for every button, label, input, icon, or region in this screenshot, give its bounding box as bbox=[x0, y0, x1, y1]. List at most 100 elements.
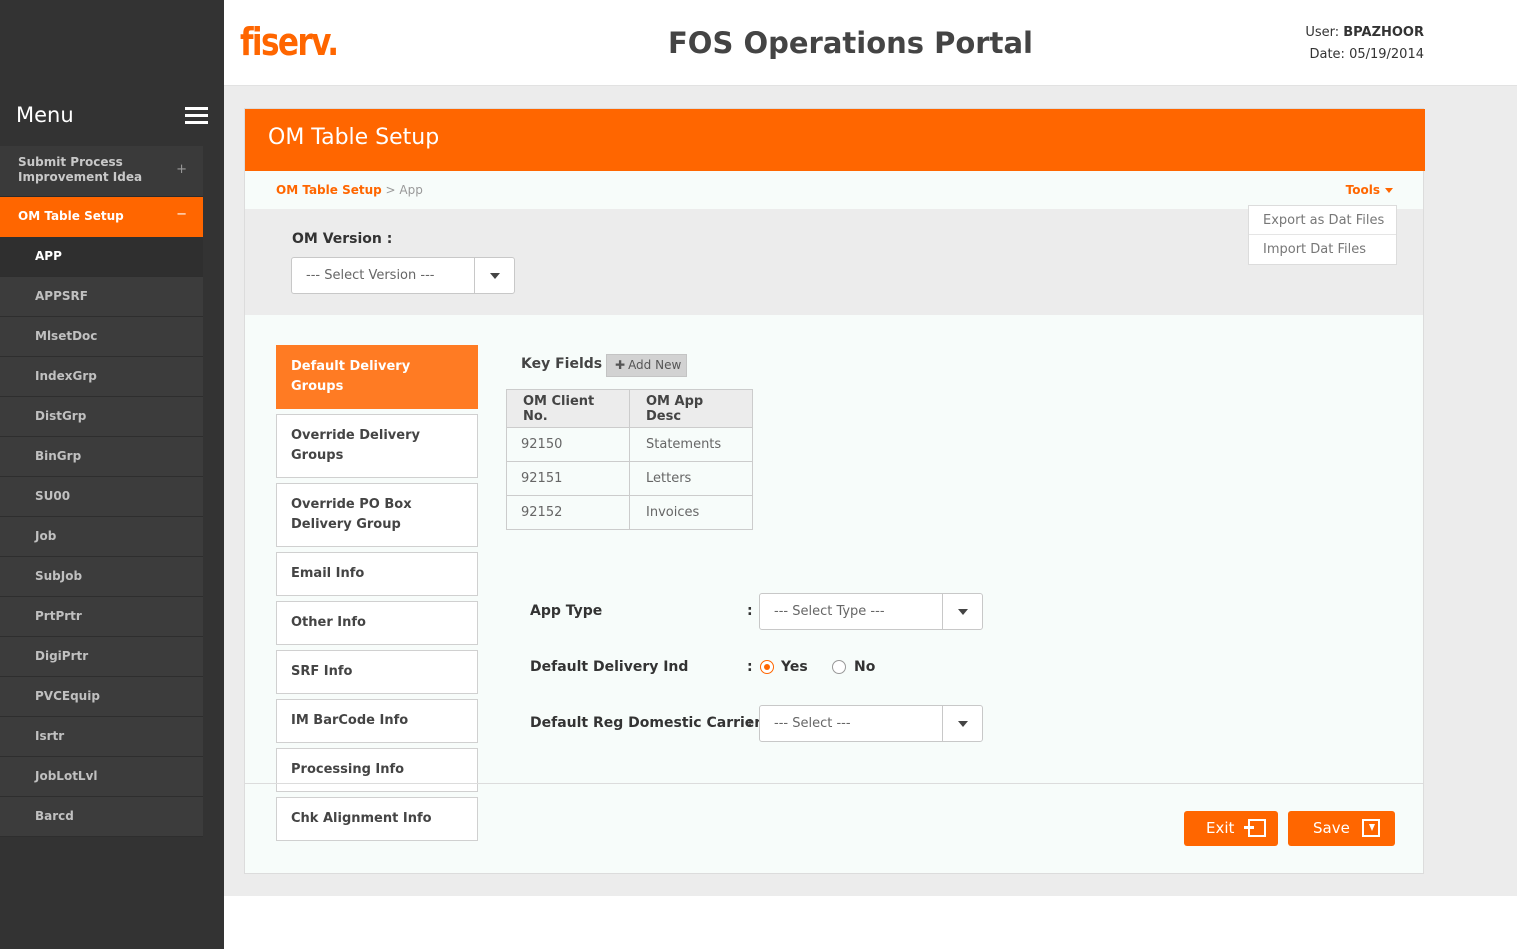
sidebar-subitem-bingrp[interactable]: BinGrp bbox=[0, 437, 203, 477]
save-label: Save bbox=[1313, 819, 1350, 837]
sidebar-subitem-app[interactable]: APP bbox=[0, 237, 203, 277]
expand-icon: + bbox=[176, 162, 187, 177]
sidebar-subitem-label: APP bbox=[35, 249, 62, 263]
column-header: OM App Desc bbox=[629, 389, 753, 428]
sidebar-subitem-label: BinGrp bbox=[35, 449, 82, 463]
breadcrumb-bar: OM Table Setup > App Tools bbox=[245, 171, 1423, 209]
divider bbox=[245, 783, 1423, 784]
sidebar-subitem-label: DigiPrtr bbox=[35, 649, 89, 663]
save-button[interactable]: Save bbox=[1288, 811, 1395, 846]
date-label: Date: bbox=[1309, 47, 1345, 62]
tab-im-barcode-info[interactable]: IM BarCode Info bbox=[276, 699, 478, 743]
sidebar-subitem-label: JobLotLvl bbox=[35, 769, 98, 783]
sidebar-subitem-pvcequip[interactable]: PVCEquip bbox=[0, 677, 203, 717]
sidebar-subitem-isrtr[interactable]: Isrtr bbox=[0, 717, 203, 757]
om-table-setup-card: OM Table Setup OM Table Setup > App Tool… bbox=[244, 108, 1425, 874]
sidebar-subitem-label: APPSRF bbox=[35, 289, 88, 303]
portal-title: FOS Operations Portal bbox=[668, 26, 1033, 60]
sidebar-item-submit-idea[interactable]: Submit Process Improvement Idea + bbox=[0, 146, 203, 197]
sidebar-subitem-label: MlsetDoc bbox=[35, 329, 98, 343]
sidebar-subitem-barcd[interactable]: Barcd bbox=[0, 797, 203, 837]
app-type-select[interactable]: --- Select Type --- bbox=[759, 593, 983, 630]
sidebar-nav: Submit Process Improvement Idea + OM Tab… bbox=[0, 146, 203, 837]
menu-item-import[interactable]: Import Dat Files bbox=[1249, 235, 1396, 264]
table-header-row: OM Client No. OM App Desc bbox=[506, 389, 753, 428]
date-line: Date: 05/19/2014 bbox=[1305, 44, 1424, 66]
sidebar: Menu Submit Process Improvement Idea + O… bbox=[0, 0, 224, 949]
carrier-label: Default Reg Domestic Carrier bbox=[530, 715, 762, 731]
colon: : bbox=[747, 659, 753, 675]
card-header: OM Table Setup bbox=[245, 109, 1425, 171]
tools-label: Tools bbox=[1345, 183, 1380, 197]
tools-menu: Export as Dat Files Import Dat Files bbox=[1248, 205, 1397, 265]
exit-button[interactable]: Exit bbox=[1184, 811, 1278, 846]
sidebar-subitem-appsrf[interactable]: APPSRF bbox=[0, 277, 203, 317]
user-line: User: BPAZHOOR bbox=[1305, 22, 1424, 44]
om-version-select[interactable]: --- Select Version --- bbox=[291, 257, 515, 294]
tab-override-po-box[interactable]: Override PO Box Delivery Group bbox=[276, 483, 478, 547]
radio-no-label[interactable]: No bbox=[854, 659, 875, 675]
carrier-select[interactable]: --- Select --- bbox=[759, 705, 983, 742]
radio-yes-label[interactable]: Yes bbox=[781, 659, 808, 675]
hamburger-icon[interactable] bbox=[185, 107, 208, 125]
colon: : bbox=[747, 715, 753, 731]
plus-icon: ✚ bbox=[615, 358, 626, 372]
tools-dropdown[interactable]: Tools bbox=[1346, 183, 1393, 197]
breadcrumb-separator: > bbox=[381, 183, 400, 197]
sidebar-subitem-label: IndexGrp bbox=[35, 369, 97, 383]
radio-no[interactable] bbox=[832, 660, 846, 674]
table-row[interactable]: 92152 Invoices bbox=[506, 495, 753, 530]
chevron-down-icon[interactable] bbox=[942, 594, 982, 629]
sidebar-subitem-su00[interactable]: SU00 bbox=[0, 477, 203, 517]
tab-chk-alignment-info[interactable]: Chk Alignment Info bbox=[276, 797, 478, 841]
sidebar-subitem-label: Job bbox=[35, 529, 57, 543]
sidebar-subitem-label: PVCEquip bbox=[35, 689, 100, 703]
select-value: --- Select --- bbox=[774, 716, 851, 731]
tab-default-delivery-groups[interactable]: Default Delivery Groups bbox=[276, 345, 478, 409]
sidebar-subitem-label: Isrtr bbox=[35, 729, 65, 743]
cell-app-desc: Invoices bbox=[629, 495, 753, 530]
sidebar-subitem-label: Barcd bbox=[35, 809, 74, 823]
sidebar-subitem-prtprtr[interactable]: PrtPrtr bbox=[0, 597, 203, 637]
menu-item-export[interactable]: Export as Dat Files bbox=[1249, 206, 1396, 235]
radio-yes[interactable] bbox=[760, 660, 774, 674]
sidebar-item-om-table-setup[interactable]: OM Table Setup − bbox=[0, 197, 203, 237]
menu-title: Menu bbox=[16, 103, 74, 127]
add-new-button[interactable]: ✚ Add New bbox=[606, 354, 687, 377]
sidebar-subitem-joblotlvl[interactable]: JobLotLvl bbox=[0, 757, 203, 797]
key-fields-table: OM Client No. OM App Desc 92150 Statemen… bbox=[506, 389, 753, 530]
save-icon bbox=[1362, 819, 1380, 837]
footer bbox=[224, 896, 1517, 949]
sidebar-subitem-label: DistGrp bbox=[35, 409, 87, 423]
caret-down-icon bbox=[1385, 188, 1393, 193]
chevron-down-icon[interactable] bbox=[942, 706, 982, 741]
table-row[interactable]: 92151 Letters bbox=[506, 461, 753, 496]
column-header: OM Client No. bbox=[506, 389, 630, 428]
default-delivery-label: Default Delivery Ind bbox=[530, 659, 689, 675]
tab-other-info[interactable]: Other Info bbox=[276, 601, 478, 645]
breadcrumb-link[interactable]: OM Table Setup bbox=[276, 183, 382, 197]
tab-override-delivery-groups[interactable]: Override Delivery Groups bbox=[276, 414, 478, 478]
version-band: OM Version : --- Select Version --- bbox=[245, 209, 1423, 315]
sidebar-subitem-digiprtr[interactable]: DigiPrtr bbox=[0, 637, 203, 677]
om-version-label: OM Version : bbox=[292, 231, 393, 247]
tab-processing-info[interactable]: Processing Info bbox=[276, 748, 478, 792]
sidebar-subitem-indexgrp[interactable]: IndexGrp bbox=[0, 357, 203, 397]
sidebar-subitem-mlsetdoc[interactable]: MlsetDoc bbox=[0, 317, 203, 357]
select-value: --- Select Type --- bbox=[774, 604, 885, 619]
sidebar-subitem-subjob[interactable]: SubJob bbox=[0, 557, 203, 597]
breadcrumb: OM Table Setup > App bbox=[276, 183, 423, 197]
sidebar-subitem-label: SU00 bbox=[35, 489, 71, 503]
table-row[interactable]: 92150 Statements bbox=[506, 427, 753, 462]
sidebar-subitem-label: PrtPrtr bbox=[35, 609, 82, 623]
sidebar-subitem-distgrp[interactable]: DistGrp bbox=[0, 397, 203, 437]
cell-client-no: 92150 bbox=[506, 427, 630, 462]
cell-app-desc: Letters bbox=[629, 461, 753, 496]
tab-email-info[interactable]: Email Info bbox=[276, 552, 478, 596]
sidebar-subitem-job[interactable]: Job bbox=[0, 517, 203, 557]
chevron-down-icon[interactable] bbox=[474, 258, 514, 293]
exit-label: Exit bbox=[1206, 819, 1235, 837]
tab-srf-info[interactable]: SRF Info bbox=[276, 650, 478, 694]
user-name: BPAZHOOR bbox=[1343, 25, 1424, 40]
exit-icon bbox=[1244, 819, 1266, 837]
